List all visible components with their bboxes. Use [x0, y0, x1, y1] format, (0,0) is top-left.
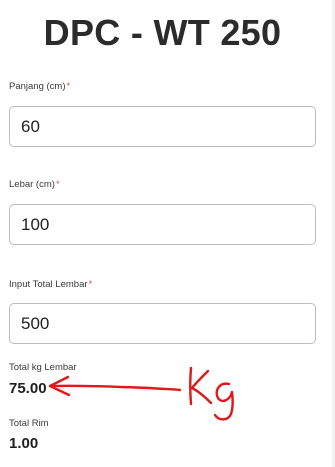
letter-k-stem — [189, 366, 193, 406]
letter-k-arms — [190, 369, 213, 405]
letter-g — [213, 382, 234, 421]
calculator-page: DPC - WT 250 Panjang (cm)* 60 Lebar (cm)… — [0, 0, 335, 467]
handwritten-annotation — [48, 366, 234, 421]
arrow-shaft — [50, 384, 182, 392]
